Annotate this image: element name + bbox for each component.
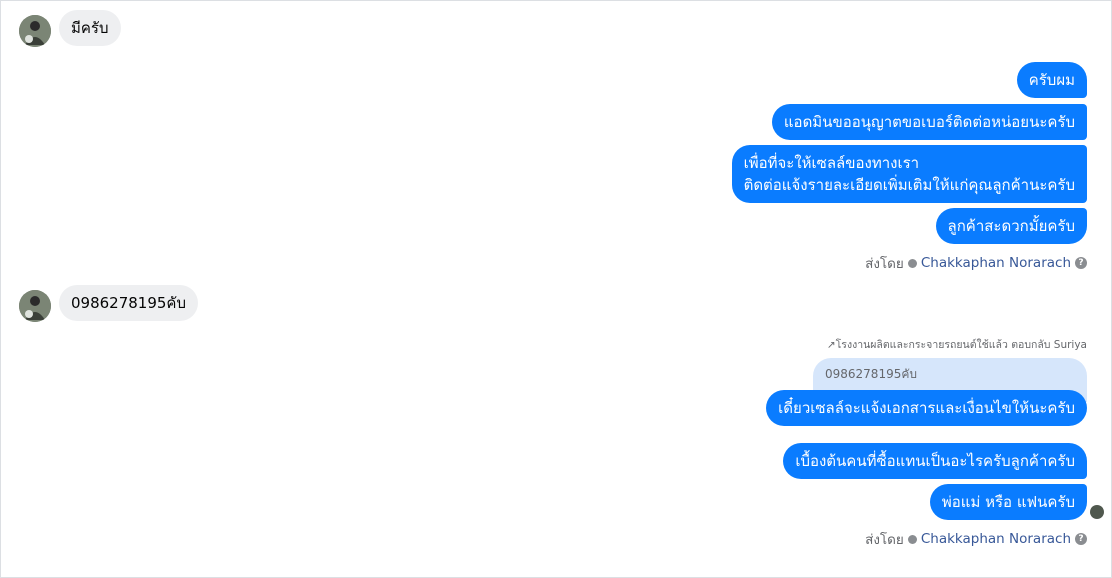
outgoing-message[interactable]: เบื้องต้นคนที่ซื้อแทนเป็นอะไรครับลูกค้าค… xyxy=(783,443,1087,479)
person-avatar-icon xyxy=(19,15,51,47)
sender-name-link[interactable]: Chakkaphan Norarach xyxy=(921,531,1071,547)
outgoing-message[interactable]: ครับผม xyxy=(1016,62,1087,98)
sent-by-prefix: ส่งโดย xyxy=(865,256,904,272)
verified-check-icon xyxy=(907,258,917,268)
help-icon[interactable]: ? xyxy=(1075,257,1087,269)
seen-avatar xyxy=(1090,505,1104,519)
sent-by-prefix: ส่งโดย xyxy=(865,532,904,548)
message-line: ติดต่อแจ้งรายละเอียดเพิ่มเติมให้แก่คุณลู… xyxy=(743,176,1075,194)
outgoing-reply-message[interactable]: เดี๋ยวเซลล์จะแจ้งเอกสารและเงื่อนไขให้นะค… xyxy=(766,390,1087,426)
outgoing-message[interactable]: แอดมินขออนุญาตขอเบอร์ติดต่อหน่อยนะครับ xyxy=(771,104,1087,140)
verified-check-icon xyxy=(907,534,917,544)
incoming-message[interactable]: มีครับ xyxy=(59,10,121,46)
reply-arrow-icon: ↗ xyxy=(826,339,836,351)
person-avatar-icon xyxy=(19,290,51,322)
sender-name-link[interactable]: Chakkaphan Norarach xyxy=(921,255,1071,271)
outgoing-message[interactable]: พ่อแม่ หรือ แฟนครับ xyxy=(929,484,1087,520)
reply-label: ↗โรงงานผลิตและกระจายรถยนต์ใช้แล้ว ตอบกลั… xyxy=(826,339,1087,351)
avatar[interactable] xyxy=(19,15,51,47)
message-line: เพื่อที่จะให้เซลล์ของทางเรา xyxy=(743,154,920,172)
outgoing-message[interactable]: ลูกค้าสะดวกมั้ยครับ xyxy=(935,208,1087,244)
sent-by-row: ส่งโดย Chakkaphan Norarach ? xyxy=(865,252,1087,274)
avatar[interactable] xyxy=(19,290,51,322)
sent-by-row: ส่งโดย Chakkaphan Norarach ? xyxy=(865,528,1087,550)
help-icon[interactable]: ? xyxy=(1075,533,1087,545)
incoming-message[interactable]: 0986278195คับ xyxy=(59,285,198,321)
outgoing-message[interactable]: เพื่อที่จะให้เซลล์ของทางเรา ติดต่อแจ้งรา… xyxy=(731,145,1087,203)
